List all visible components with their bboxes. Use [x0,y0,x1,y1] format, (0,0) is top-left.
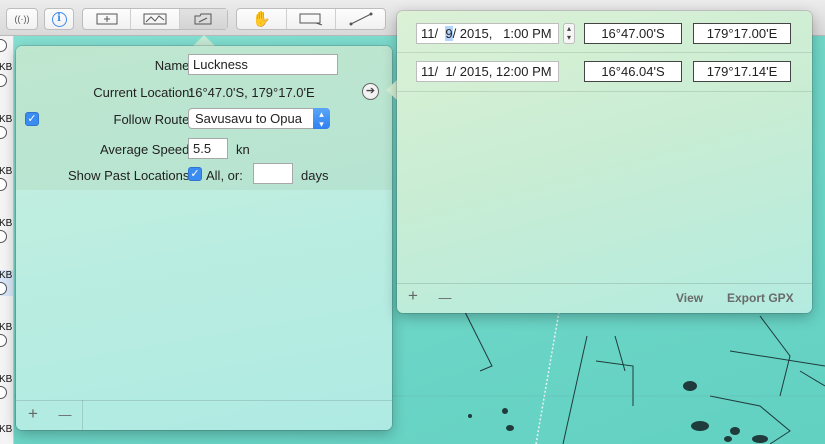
measure-button[interactable] [336,9,385,29]
go-arrow-icon [0,334,7,347]
list-item[interactable] [0,36,13,62]
pan-button[interactable]: ✋ [237,9,287,29]
days-label: days [301,168,329,183]
remove-vessel-button[interactable]: — [55,407,75,422]
add-track-point-button[interactable]: + [403,286,423,306]
track-latitude-field[interactable]: 16°46.04'S [584,61,682,82]
list-item[interactable]: KB [0,374,13,400]
vessel-footer-separator [82,400,83,430]
zoom-rectangle-icon [299,13,323,26]
go-arrow-icon [0,386,7,399]
list-item[interactable]: KB [0,270,13,296]
track-row-divider [397,52,812,53]
show-past-all-label: All, or: [206,168,243,183]
average-speed-field[interactable]: 5.5 [188,138,228,159]
go-arrow-icon [0,282,7,295]
track-longitude-field[interactable]: 179°17.14'E [693,61,791,82]
show-past-label: Show Past Locations: [67,168,193,183]
show-past-all-checkbox[interactable]: ✓ [188,167,202,181]
track-footer-divider [397,283,812,284]
date-stepper[interactable]: ▴ ▾ [563,23,575,44]
current-location-value: 16°47.0'S, 179°17.0'E [188,85,315,100]
vessel-footer-divider [16,400,392,401]
name-field[interactable]: Luckness [188,54,338,75]
add-waypoint-icon [96,13,118,25]
go-arrow-icon [0,74,7,87]
popup-chevron-icon: ▴ ▾ [313,108,330,129]
selected-date-segment: 9 [445,26,453,41]
follow-route-value: Savusavu to Opua [195,111,302,126]
add-vessel-button[interactable]: + [23,404,43,424]
arrow-right-icon: ➔ [365,85,376,97]
checkmark-icon: ✓ [190,168,200,180]
list-item[interactable]: KB [0,424,13,444]
route-button[interactable] [131,9,180,29]
follow-route-popup[interactable]: Savusavu to Opua ▴ ▾ [188,108,330,129]
list-item[interactable]: KB [0,166,13,192]
vessel-button[interactable] [179,9,227,29]
track-row-divider [397,91,812,92]
export-gpx-button[interactable]: Export GPX [727,291,794,305]
list-item[interactable]: KB [0,322,13,348]
route-icon [143,13,167,25]
measure-line-icon [349,12,373,26]
track-date-field[interactable]: 11/ 1/ 2015, 12:00 PM [416,61,559,82]
current-location-label: Current Location: [93,85,193,100]
map-tool-group: ✋ [236,8,386,30]
track-longitude-field[interactable]: 179°17.00'E [693,23,791,44]
list-item[interactable]: KB [0,62,13,88]
show-past-days-field[interactable] [253,163,293,184]
view-button[interactable]: View [676,291,703,305]
speed-unit: kn [236,142,250,157]
broadcast-icon: ((·)) [14,14,30,24]
track-popover-arrow [386,80,397,100]
stepper-arrows-icon: ▴ ▾ [566,24,571,42]
vessel-popover-arrow [193,35,215,46]
remove-track-point-button[interactable]: — [435,290,455,305]
average-speed-label: Average Speed: [100,142,193,157]
go-arrow-icon [0,126,7,139]
go-to-location-button[interactable]: ➔ [362,83,379,100]
track-date-field[interactable]: 11/ 9/ 2015, 1:00 PM [416,23,559,44]
add-waypoint-button[interactable] [83,9,132,29]
list-item[interactable]: KB [0,218,13,244]
broadcast-button[interactable]: ((·)) [6,8,38,30]
name-label: Name: [154,58,193,73]
go-arrow-icon [0,39,7,52]
go-arrow-icon [0,230,7,243]
track-latitude-field[interactable]: 16°47.00'S [584,23,682,44]
vessel-popover: Name: Luckness Current Location: 16°47.0… [16,46,392,430]
object-tool-group [82,8,228,30]
follow-route-label: Follow Route: [113,112,193,127]
track-popover: 11/ 9/ 2015, 1:00 PM ▴ ▾ 16°47.00'S 179°1… [397,11,812,313]
vessel-list-strip[interactable]: KB KB KB KB KB KB KB KB [0,36,14,444]
go-arrow-icon [0,178,7,191]
list-item[interactable]: KB [0,114,13,140]
info-icon: i [51,11,67,27]
pan-hand-icon: ✋ [251,11,271,28]
zoom-rectangle-button[interactable] [287,9,337,29]
info-button[interactable]: i [44,8,74,30]
vessel-folder-icon [194,13,212,25]
